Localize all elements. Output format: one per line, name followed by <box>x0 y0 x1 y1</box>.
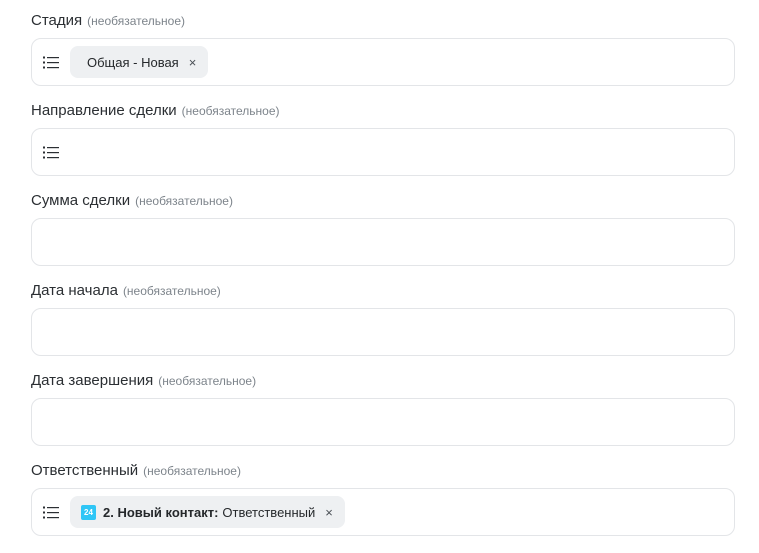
chip-label: Ответственный <box>222 504 316 520</box>
field-label-row: Дата завершения (необязательное) <box>31 372 735 396</box>
field-start-date: Дата начала (необязательное) <box>31 282 735 356</box>
field-label: Направление сделки <box>31 102 177 119</box>
optional-hint: (необязательное) <box>181 104 280 118</box>
field-end-date: Дата завершения (необязательное) <box>31 372 735 446</box>
optional-hint: (необязательное) <box>143 464 241 478</box>
field-deal-amount: Сумма сделки (необязательное) <box>31 192 735 266</box>
list-icon[interactable] <box>42 504 60 520</box>
close-icon[interactable]: × <box>325 506 333 519</box>
field-label: Ответственный <box>31 462 139 479</box>
deal-amount-input[interactable] <box>31 218 735 266</box>
field-label: Дата начала <box>31 282 118 299</box>
optional-hint: (необязательное) <box>158 374 257 388</box>
stage-chip: Общая - Новая × <box>70 46 209 78</box>
field-label-row: Направление сделки (необязательное) <box>31 102 735 126</box>
start-date-input[interactable] <box>31 308 735 356</box>
field-label: Дата завершения <box>31 372 154 389</box>
field-label-row: Дата начала (необязательное) <box>31 282 735 306</box>
list-icon[interactable] <box>42 54 60 70</box>
field-label-row: Ответственный (необязательное) <box>31 462 735 486</box>
optional-hint: (необязательное) <box>87 14 185 28</box>
field-label-row: Стадия (необязательное) <box>31 12 735 36</box>
field-deal-pipeline: Направление сделки (необязательное) <box>31 102 735 176</box>
list-icon[interactable] <box>42 144 60 160</box>
stage-input[interactable]: Общая - Новая × <box>31 38 735 86</box>
responsible-input[interactable]: 24 2. Новый контакт: Ответственный × <box>31 488 735 536</box>
optional-hint: (необязательное) <box>122 284 221 298</box>
optional-hint: (необязательное) <box>135 194 233 208</box>
close-icon[interactable]: × <box>189 56 197 69</box>
field-label: Стадия <box>31 12 83 29</box>
end-date-input[interactable] <box>31 398 735 446</box>
field-label-row: Сумма сделки (необязательное) <box>31 192 735 216</box>
bitrix24-app-icon: 24 <box>81 504 96 520</box>
responsible-chip: 24 2. Новый контакт: Ответственный × <box>70 496 345 528</box>
field-responsible: Ответственный (необязательное) 24 2. Нов… <box>31 462 735 536</box>
field-stage: Стадия (необязательное) Общая - Новая × <box>31 12 735 86</box>
chip-label: Общая - Новая <box>87 54 179 70</box>
chip-source: 2. Новый контакт: <box>103 504 219 520</box>
deal-pipeline-input[interactable] <box>31 128 735 176</box>
field-label: Сумма сделки <box>31 192 131 209</box>
